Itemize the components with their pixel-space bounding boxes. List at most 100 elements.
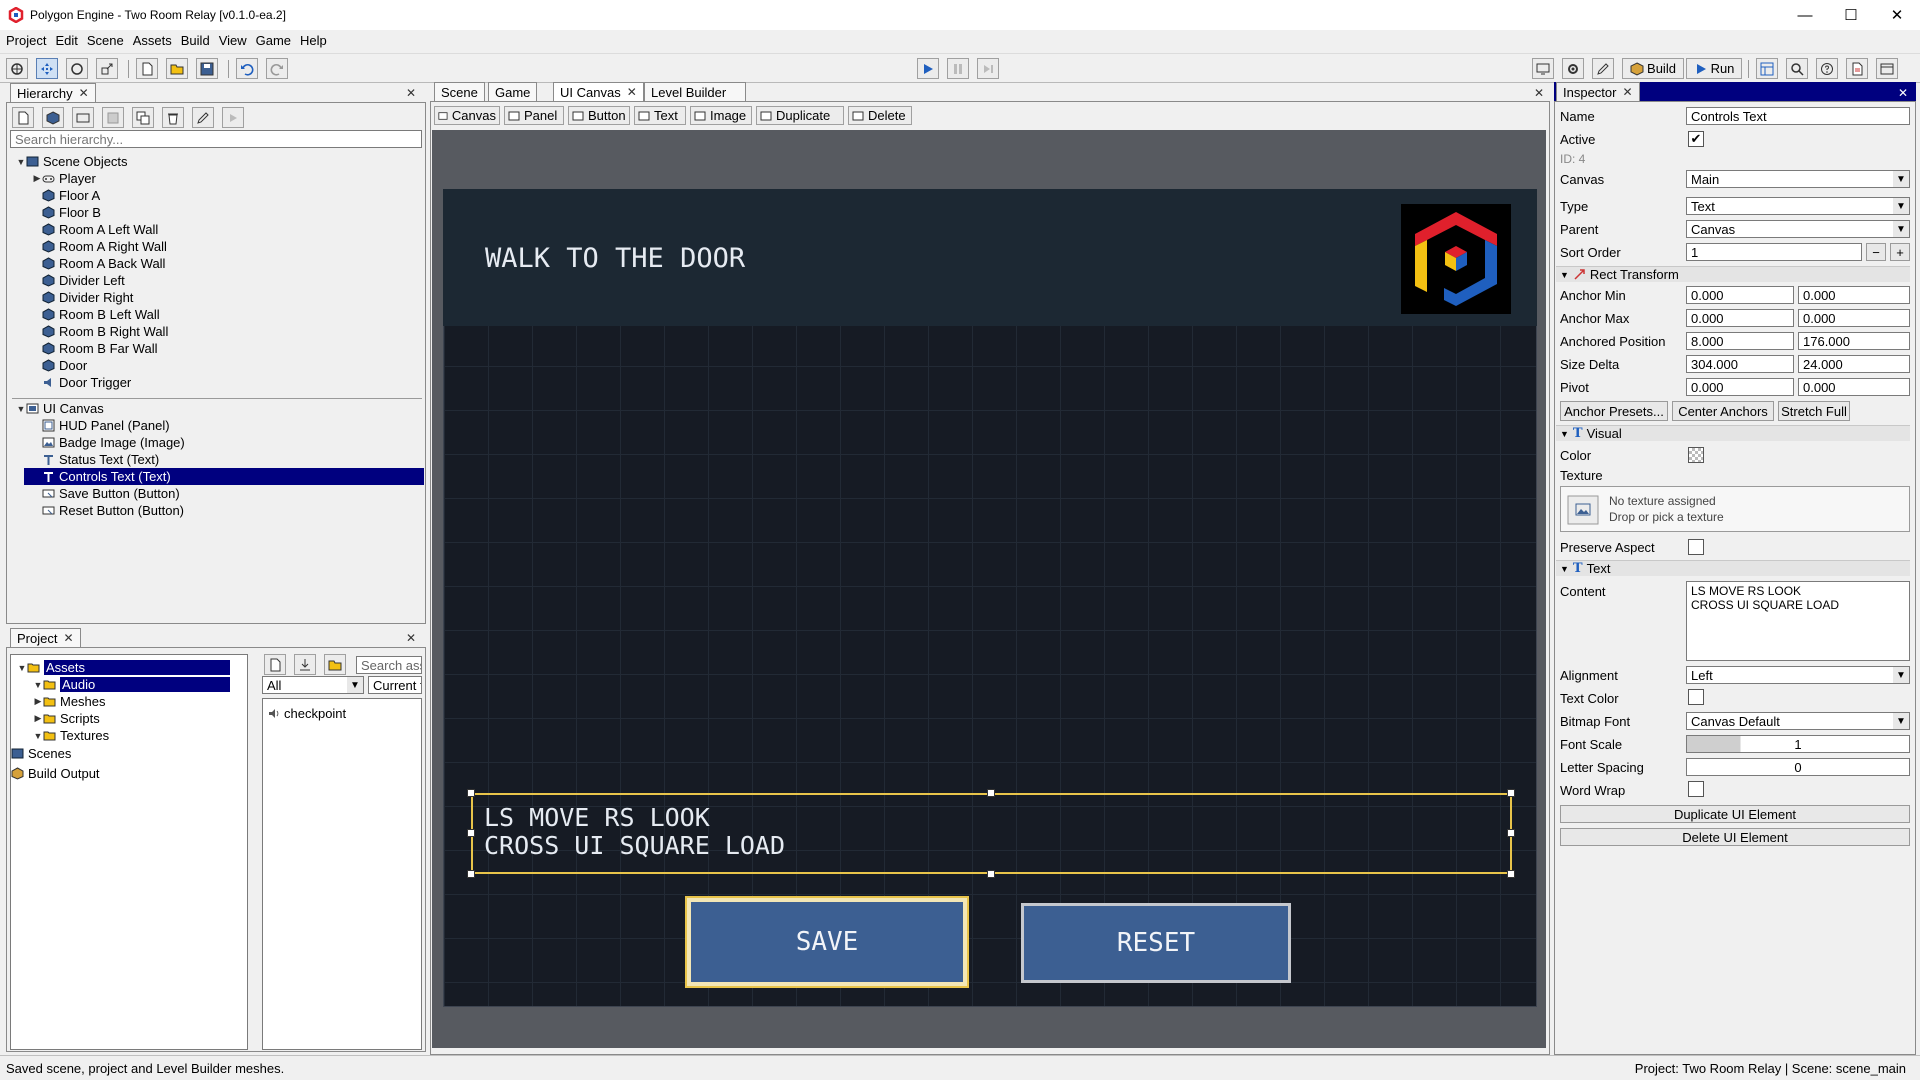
hier-rename-button[interactable] (192, 107, 214, 128)
tree-ui-item[interactable]: HUD Panel (Panel) (32, 417, 170, 434)
hierarchy-panel-close-icon[interactable]: ✕ (406, 86, 416, 100)
tree-audio[interactable]: ▼ Audio (33, 676, 230, 693)
resize-handle-tl[interactable] (467, 789, 475, 797)
pivot-y-input[interactable]: 0.000 (1798, 378, 1910, 396)
anchored-position-x-input[interactable]: 8.000 (1686, 332, 1794, 350)
tree-assets[interactable]: ▼ Assets (17, 659, 230, 676)
tree-ui-item[interactable]: Save Button (Button) (32, 485, 180, 502)
asset-filter-select[interactable]: All ▼ (262, 676, 364, 694)
hier-copy-button[interactable] (132, 107, 154, 128)
pivot-x-input[interactable]: 0.000 (1686, 378, 1794, 396)
preserve-aspect-checkbox[interactable] (1688, 539, 1704, 555)
expand-arrow-icon[interactable]: ▼ (16, 404, 26, 414)
canvas-save-button[interactable]: SAVE (685, 896, 969, 988)
letter-spacing-slider[interactable]: 0 (1686, 758, 1910, 776)
open-folder-button[interactable] (166, 58, 188, 79)
tree-scene-item[interactable]: Divider Right (32, 289, 133, 306)
expand-arrow-icon[interactable]: ▼ (33, 680, 43, 690)
hand-tool-button[interactable] (6, 58, 28, 79)
toolbar-monitor-button[interactable] (1532, 58, 1554, 79)
anchored-position-y-input[interactable]: 176.000 (1798, 332, 1910, 350)
project-folder-button[interactable] (324, 654, 346, 675)
tree-scene-item[interactable]: Room A Right Wall (32, 238, 167, 255)
toolbar-help-button[interactable] (1816, 58, 1838, 79)
texture-slot[interactable]: No texture assigned Drop or pick a textu… (1560, 486, 1910, 532)
size-delta-x-input[interactable]: 304.000 (1686, 355, 1794, 373)
canvas-reset-button[interactable]: RESET (1021, 903, 1291, 983)
menu-build[interactable]: Build (181, 33, 210, 48)
run-button[interactable]: Run (1686, 58, 1742, 79)
tree-textures[interactable]: ▼ Textures (33, 727, 110, 744)
expand-arrow-icon[interactable]: ▼ (33, 731, 43, 741)
resize-handle-tm[interactable] (987, 789, 995, 797)
stretch-full-button[interactable]: Stretch Full (1778, 401, 1850, 421)
tree-scene-item[interactable]: Door (32, 357, 87, 374)
tree-scene-item[interactable]: Divider Left (32, 272, 125, 289)
tree-ui-item-selected[interactable]: Controls Text (Text) (24, 468, 424, 485)
alignment-select[interactable]: Left ▼ (1686, 666, 1910, 684)
tree-scene-item[interactable]: Room A Back Wall (32, 255, 165, 272)
canvas-select[interactable]: Main ▼ (1686, 170, 1910, 188)
project-import-button[interactable] (294, 654, 316, 675)
anchor-max-x-input[interactable]: 0.000 (1686, 309, 1794, 327)
delete-ui-element-button[interactable]: Delete UI Element (1560, 828, 1910, 846)
tab-ui-canvas[interactable]: UI Canvas ✕ (553, 82, 644, 101)
type-select[interactable]: Text ▼ (1686, 197, 1910, 215)
tab-project[interactable]: Project ✕ (10, 628, 81, 647)
toolbar-search-button[interactable] (1786, 58, 1808, 79)
content-textarea[interactable]: LS MOVE RS LOOK CROSS UI SQUARE LOAD (1686, 581, 1910, 661)
menu-assets[interactable]: Assets (133, 33, 172, 48)
menu-edit[interactable]: Edit (55, 33, 77, 48)
toolbar-window-button[interactable] (1876, 58, 1898, 79)
toolbar-edit-button[interactable] (1592, 58, 1614, 79)
menu-help[interactable]: Help (300, 33, 327, 48)
tree-scene-item[interactable]: Room B Left Wall (32, 306, 160, 323)
resize-handle-ml[interactable] (467, 829, 475, 837)
tool-canvas-button[interactable]: Canvas (434, 106, 500, 125)
tab-game[interactable]: Game (488, 82, 538, 101)
collapse-arrow-icon[interactable]: ▶ (32, 173, 42, 184)
tool-delete-button[interactable]: Delete (848, 106, 912, 125)
name-input[interactable]: Controls Text (1686, 107, 1910, 125)
collapse-arrow-icon[interactable]: ▶ (33, 713, 43, 724)
text-color-swatch[interactable] (1688, 689, 1704, 705)
tree-ui-item[interactable]: Status Text (Text) (32, 451, 159, 468)
tree-scenes[interactable]: Scenes (11, 745, 71, 762)
move-tool-button[interactable] (36, 58, 58, 79)
duplicate-ui-element-button[interactable]: Duplicate UI Element (1560, 805, 1910, 823)
hier-delete-button[interactable] (162, 107, 184, 128)
tree-scene-item[interactable]: Floor A (32, 187, 100, 204)
tree-scene-item[interactable]: Door Trigger (32, 374, 131, 391)
menu-game[interactable]: Game (256, 33, 291, 48)
tree-scene-objects[interactable]: ▼ Scene Objects (16, 153, 128, 170)
resize-handle-br[interactable] (1507, 870, 1515, 878)
tree-ui-item[interactable]: Reset Button (Button) (32, 502, 184, 519)
anchor-min-y-input[interactable]: 0.000 (1798, 286, 1910, 304)
expand-arrow-icon[interactable]: ▼ (16, 157, 26, 167)
menu-scene[interactable]: Scene (87, 33, 124, 48)
badge-image[interactable] (1401, 204, 1511, 314)
close-window-button[interactable]: ✕ (1874, 0, 1920, 30)
tree-build-output[interactable]: Build Output (11, 765, 100, 782)
visual-section[interactable]: ▼ T Visual (1556, 425, 1910, 441)
hierarchy-search-input[interactable]: Search hierarchy... (10, 130, 422, 148)
tree-scene-item[interactable]: Room A Left Wall (32, 221, 158, 238)
text-section[interactable]: ▼ T Text (1556, 560, 1910, 576)
tab-hierarchy[interactable]: Hierarchy ✕ (10, 83, 96, 102)
tree-scene-item[interactable]: ▶ Player (32, 170, 96, 187)
controls-text[interactable]: LS MOVE RS LOOK CROSS UI SQUARE LOAD (484, 804, 785, 860)
tree-scene-item[interactable]: Room B Far Wall (32, 340, 157, 357)
step-button[interactable] (977, 58, 999, 79)
anchor-min-x-input[interactable]: 0.000 (1686, 286, 1794, 304)
tool-button-button[interactable]: Button (568, 106, 630, 125)
tool-panel-button[interactable]: Panel (504, 106, 564, 125)
resize-handle-bm[interactable] (987, 870, 995, 878)
close-icon[interactable]: ✕ (79, 86, 89, 100)
size-delta-y-input[interactable]: 24.000 (1798, 355, 1910, 373)
sort-order-increment-button[interactable]: + (1890, 243, 1910, 261)
toolbar-layout-button[interactable] (1756, 58, 1778, 79)
sort-order-input[interactable]: 1 (1686, 243, 1862, 261)
toolbar-settings-button[interactable] (1562, 58, 1584, 79)
resize-handle-tr[interactable] (1507, 789, 1515, 797)
hier-group-button[interactable] (102, 107, 124, 128)
